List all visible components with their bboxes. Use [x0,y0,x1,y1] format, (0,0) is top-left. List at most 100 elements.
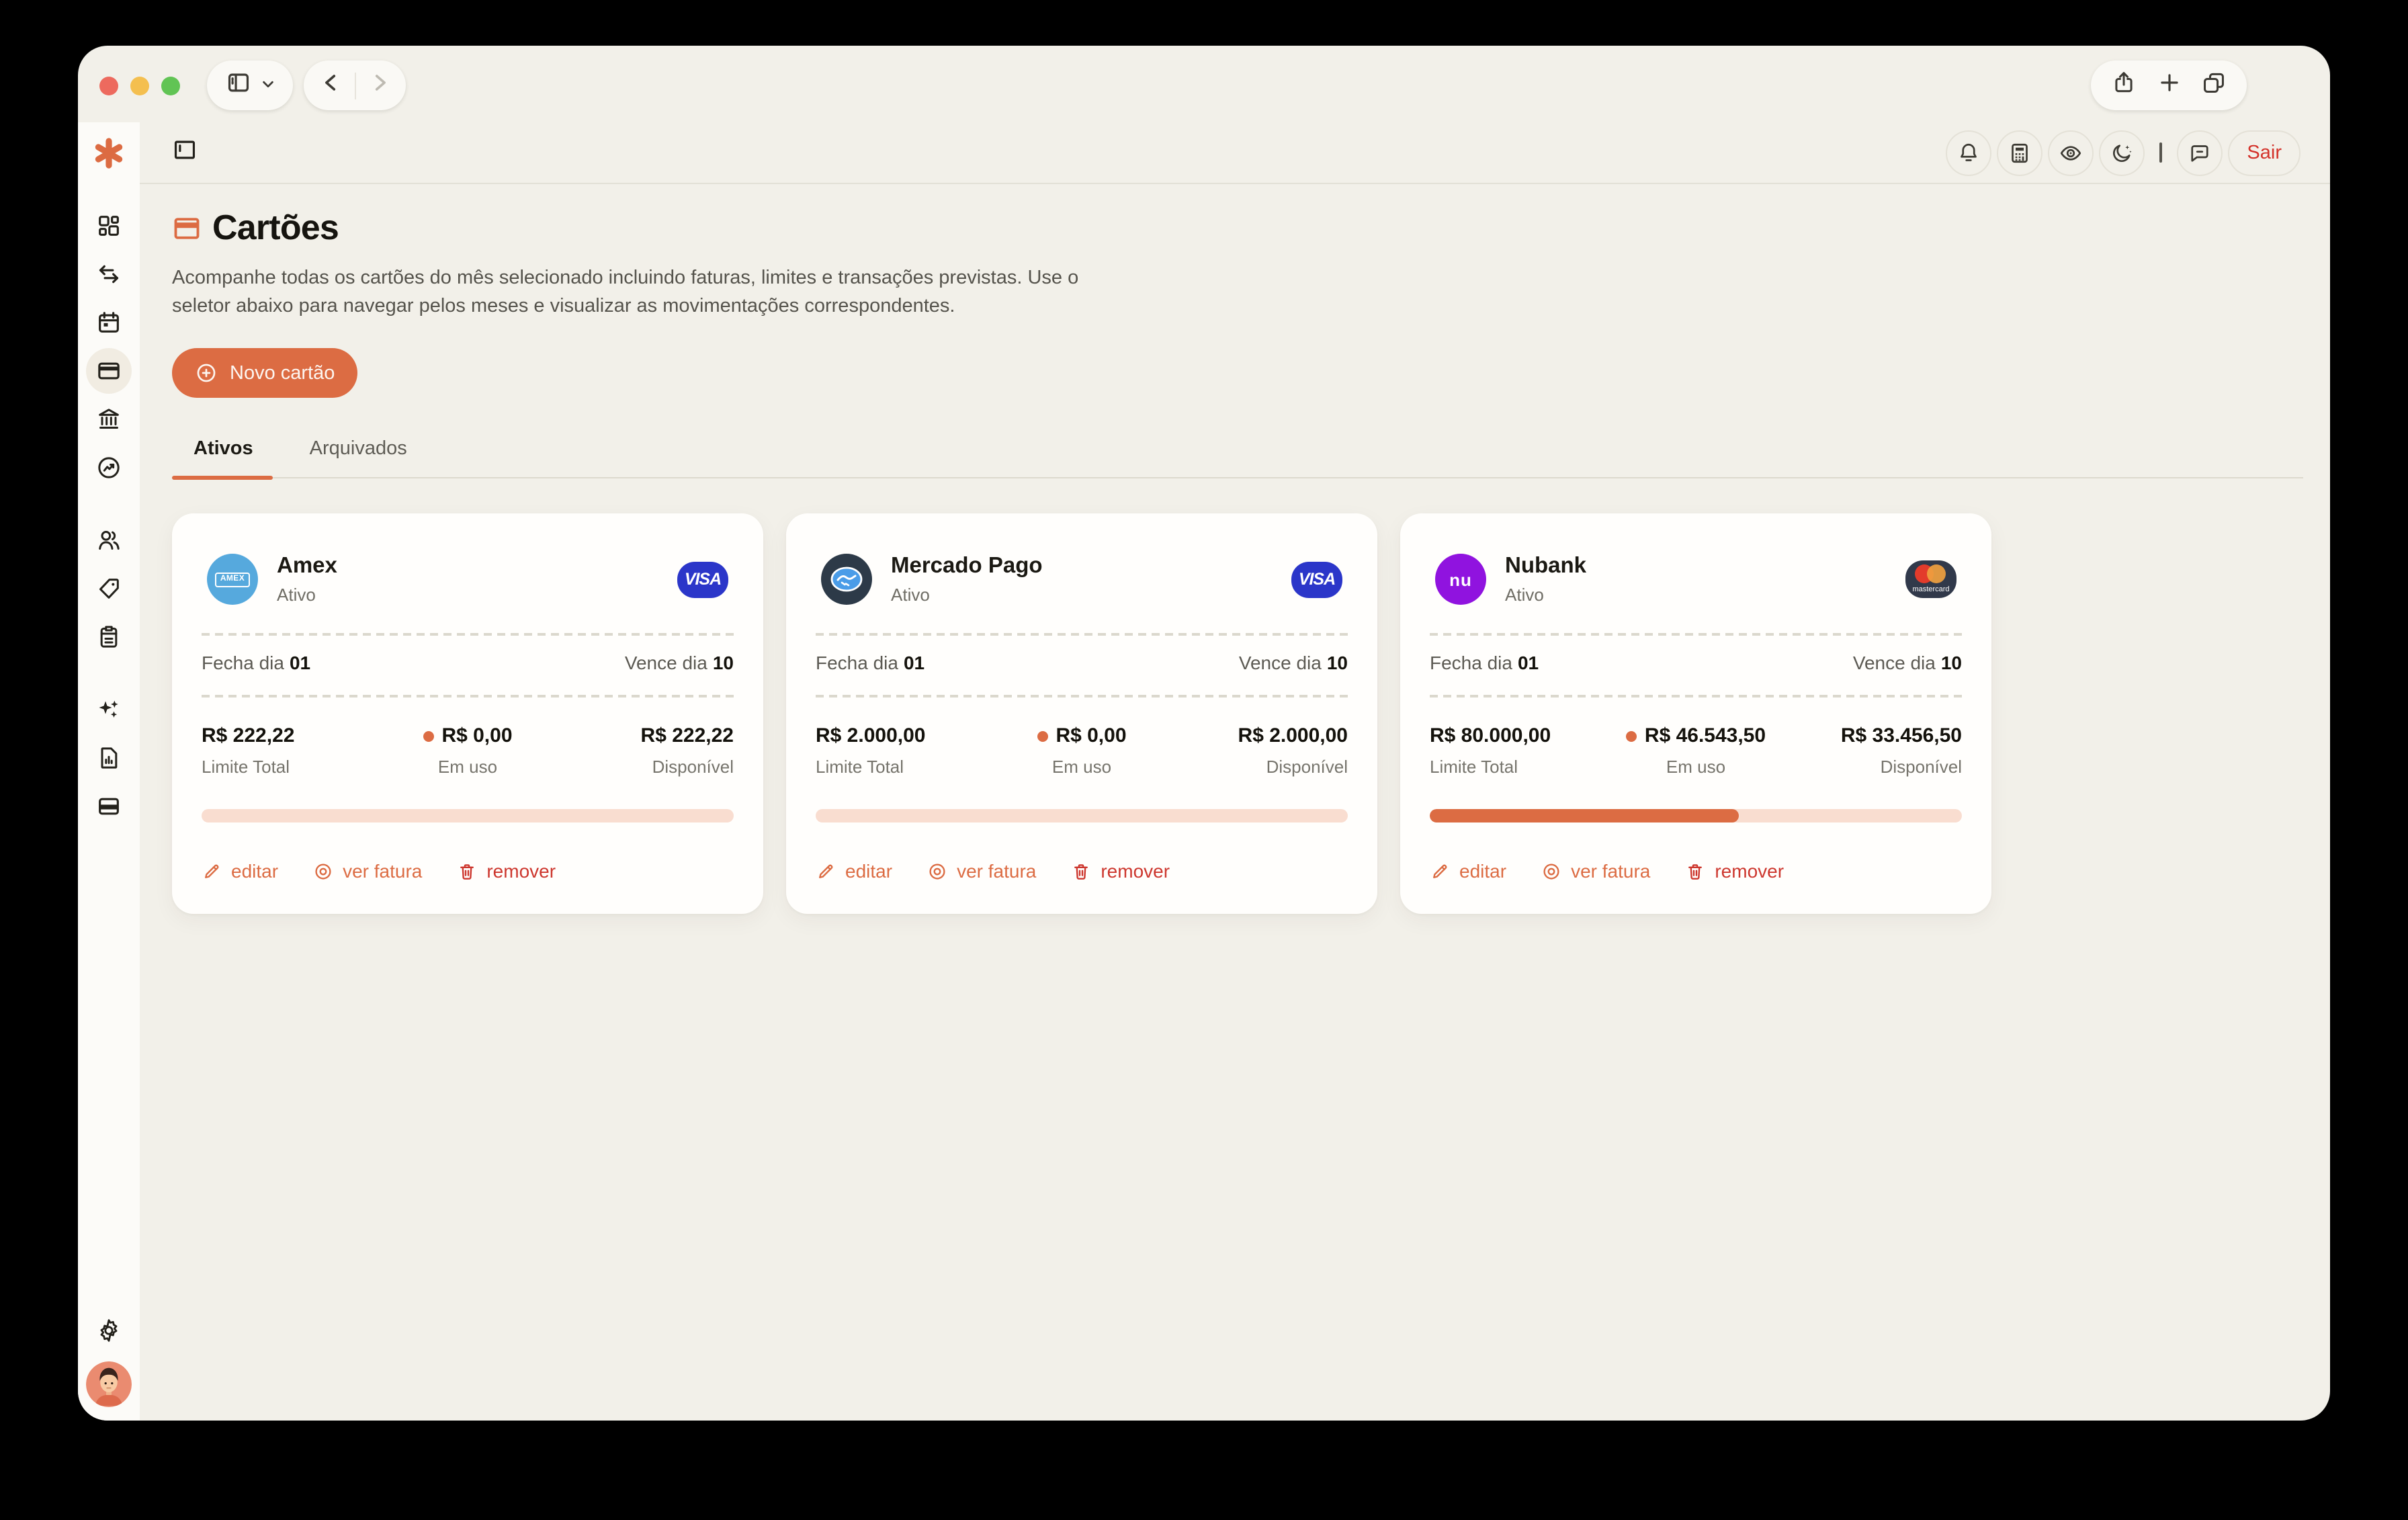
dashboard-icon [95,212,122,239]
card-mercado-pago: Mercado Pago Ativo VISA Fecha dia01 Venc… [786,513,1377,914]
tab-arquivados[interactable]: Arquivados [310,438,407,477]
notifications-button[interactable] [1946,130,1991,175]
privacy-toggle-button[interactable] [2048,130,2094,175]
usage-progress-bar [202,809,734,822]
sidebar-item-bank[interactable] [86,396,132,442]
browser-sidebar-toggle[interactable] [207,60,293,110]
remove-card-button[interactable]: remover [1685,860,1784,882]
asterisk-logo-icon [93,137,125,169]
card-amounts: R$ 2.000,00Limite Total R$ 0,00Em uso R$… [816,724,1348,777]
toolbar-divider [2159,142,2162,163]
window-controls [99,77,180,95]
calendar-icon [95,309,122,336]
available-label: Disponível [556,757,734,777]
sidebar-item-users[interactable] [86,517,132,563]
edit-card-button[interactable]: editar [1430,860,1506,882]
usage-dot-icon [1037,730,1047,741]
visa-badge: VISA [1291,561,1342,597]
card-status: Ativo [1505,585,1586,605]
new-card-button[interactable]: Novo cartão [172,348,357,398]
target-icon [927,861,947,881]
in-use-value: R$ 46.543,50 [1645,724,1766,747]
card-name: Amex [277,554,337,579]
app-sidebar-collapse-icon[interactable] [172,136,198,169]
usage-progress-bar [816,809,1348,822]
view-invoice-button[interactable]: ver fatura [927,860,1036,882]
visa-badge: VISA [677,561,728,597]
divider [1430,633,1962,636]
card-amounts: R$ 222,22Limite Total R$ 0,00Em uso R$ 2… [202,724,734,777]
screen: Sair [0,0,2408,1520]
sidebar-item-transactions[interactable] [86,251,132,297]
sidebar-item-tags[interactable] [86,566,132,611]
tab-overview-icon[interactable] [2202,69,2227,101]
card-status: Ativo [277,585,337,605]
nav-divider [354,72,355,99]
chevron-down-icon [260,73,275,97]
share-icon[interactable] [2111,69,2137,101]
sidebar-bottom [86,1305,132,1421]
sidebar-item-calendar[interactable] [86,300,132,345]
tabs-baseline [172,477,2303,478]
users-icon [95,527,122,554]
card-name: Nubank [1505,554,1586,579]
mercado-pago-avatar [821,554,872,605]
bank-icon [95,406,122,433]
sidebar-item-reports[interactable] [86,735,132,781]
dark-mode-button[interactable] [2099,130,2145,175]
edit-card-button[interactable]: editar [202,860,278,882]
zoom-window-button[interactable] [161,77,180,95]
app-sidebar [78,122,140,1421]
settings-button[interactable] [86,1308,132,1353]
cards-list: AMEX Amex Ativo VISA Fecha dia01 Vence d… [172,513,2303,914]
app-toolbar-actions: Sair [1946,130,2300,175]
divider [202,633,734,636]
back-button[interactable] [319,71,342,100]
browser-nav [304,60,406,110]
sidebar-item-ai[interactable] [86,687,132,732]
forward-button[interactable] [368,71,390,100]
gear-icon [95,1317,122,1344]
moon-stars-icon [2110,140,2134,165]
divider [816,633,1348,636]
target-icon [1541,861,1561,881]
pencil-icon [202,861,222,881]
app-window: Sair [78,46,2330,1421]
tab-ativos[interactable]: Ativos [194,438,253,477]
page-description: Acompanhe todas os cartões do mês seleci… [172,265,1099,321]
eye-icon [2059,140,2083,165]
sidebar-item-performance[interactable] [86,445,132,491]
pencil-icon [1430,861,1450,881]
card-actions: editar ver fatura remover [1430,860,1962,882]
sidebar-item-planner[interactable] [86,614,132,660]
close-window-button[interactable] [99,77,118,95]
in-use-label: Em uso [993,757,1170,777]
view-invoice-button[interactable]: ver fatura [313,860,422,882]
sidebar-item-subscriptions[interactable] [86,784,132,829]
sidebar-item-dashboard[interactable] [86,203,132,249]
view-invoice-button[interactable]: ver fatura [1541,860,1650,882]
tag-icon [95,575,122,602]
limit-label: Limite Total [1430,757,1607,777]
remove-card-button[interactable]: remover [1071,860,1170,882]
new-tab-icon[interactable] [2156,69,2182,101]
user-avatar[interactable] [86,1361,132,1407]
sidebar-item-cards[interactable] [86,348,132,394]
available-label: Disponível [1170,757,1348,777]
cards-page-icon [172,213,202,243]
logout-button[interactable]: Sair [2228,130,2300,175]
usage-dot-icon [423,730,433,741]
bell-icon [1956,140,1981,165]
remove-card-button[interactable]: remover [457,860,556,882]
trash-icon [1071,861,1091,881]
calculator-button[interactable] [1997,130,2042,175]
minimize-window-button[interactable] [130,77,149,95]
amex-avatar: AMEX [207,554,258,605]
app-logo[interactable] [93,122,125,184]
trash-icon [1685,861,1705,881]
edit-card-button[interactable]: editar [816,860,892,882]
feedback-button[interactable] [2177,130,2223,175]
browser-window-actions [2091,60,2247,110]
app-toolbar: Sair [140,122,2330,184]
in-use-label: Em uso [1607,757,1784,777]
